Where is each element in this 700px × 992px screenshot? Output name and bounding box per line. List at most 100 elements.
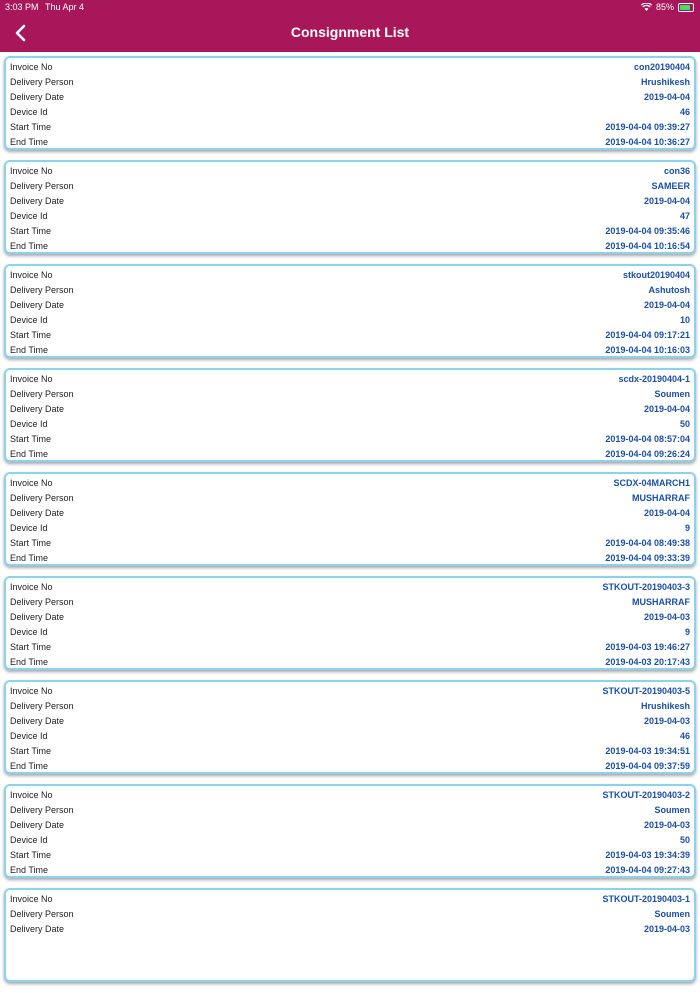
end-value: 2019-04-04 09:26:24 xyxy=(605,449,690,459)
person-label: Delivery Person xyxy=(10,285,74,295)
end-label: End Time xyxy=(10,345,49,355)
start-row: Start Time 2019-04-03 19:34:39 xyxy=(10,848,690,863)
invoice-label: Invoice No xyxy=(10,166,53,176)
invoice-label: Invoice No xyxy=(10,374,53,384)
date-value: 2019-04-04 xyxy=(643,92,690,102)
invoice-label: Invoice No xyxy=(10,478,53,488)
status-indicators: 85% xyxy=(640,2,694,12)
end-row: End Time 2019-04-04 10:16:03 xyxy=(10,343,690,358)
device-row: Device Id 9 xyxy=(10,625,690,640)
person-value: Hrushikesh xyxy=(640,701,690,711)
device-value: 46 xyxy=(679,107,690,117)
start-row: Start Time 2019-04-04 08:49:38 xyxy=(10,536,690,551)
end-value: 2019-04-03 20:17:43 xyxy=(605,657,690,667)
invoice-value: con36 xyxy=(663,166,690,176)
device-value: 50 xyxy=(679,835,690,845)
consignment-card[interactable]: Invoice No STKOUT-20190403-2 Delivery Per… xyxy=(4,784,696,878)
start-value: 2019-04-04 08:57:04 xyxy=(605,434,690,444)
person-row: Delivery Person Hrushikesh xyxy=(10,699,690,714)
person-label: Delivery Person xyxy=(10,77,74,87)
device-value: 50 xyxy=(679,419,690,429)
person-value: Hrushikesh xyxy=(640,77,690,87)
device-label: Device Id xyxy=(10,731,48,741)
consignment-card[interactable]: Invoice No STKOUT-20190403-5 Delivery Per… xyxy=(4,680,696,774)
end-row: End Time 2019-04-04 09:26:24 xyxy=(10,447,690,462)
start-label: Start Time xyxy=(10,226,52,236)
device-label: Device Id xyxy=(10,523,48,533)
device-value: 9 xyxy=(684,627,690,637)
person-value: SAMEER xyxy=(651,181,690,191)
device-value: 47 xyxy=(679,211,690,221)
device-label: Device Id xyxy=(10,835,48,845)
consignment-list[interactable]: Invoice No con20190404 Delivery Person Hru… xyxy=(4,56,696,992)
consignment-card[interactable]: Invoice No con20190404 Delivery Person Hru… xyxy=(4,56,696,150)
person-row: Delivery Person MUSHARRAF xyxy=(10,491,690,506)
consignment-card[interactable]: Invoice No con36 Delivery Person SAMEER De… xyxy=(4,160,696,254)
invoice-row: Invoice No stkout20190404 xyxy=(10,268,690,283)
consignment-card[interactable]: Invoice No STKOUT-20190403-1 Delivery Per… xyxy=(4,888,696,982)
start-value: 2019-04-04 09:35:46 xyxy=(605,226,690,236)
date-label: Delivery Date xyxy=(10,300,65,310)
start-row: Start Time 2019-04-03 19:46:27 xyxy=(10,640,690,655)
device-label: Device Id xyxy=(10,211,48,221)
date-row: Delivery Date 2019-04-03 xyxy=(10,610,690,625)
invoice-value: scdx-20190404-1 xyxy=(618,374,690,384)
battery-percentage: 85% xyxy=(655,2,674,12)
person-row: Delivery Person SAMEER xyxy=(10,179,690,194)
start-label: Start Time xyxy=(10,850,52,860)
invoice-value: STKOUT-20190403-5 xyxy=(602,686,690,696)
consignment-card[interactable]: Invoice No scdx-20190404-1 Delivery Perso… xyxy=(4,368,696,462)
date-row: Delivery Date 2019-04-04 xyxy=(10,194,690,209)
consignment-card[interactable]: Invoice No STKOUT-20190403-3 Delivery Per… xyxy=(4,576,696,670)
person-label: Delivery Person xyxy=(10,909,74,919)
invoice-row: Invoice No STKOUT-20190403-5 xyxy=(10,684,690,699)
wifi-icon xyxy=(640,3,652,11)
date-value: 2019-04-04 xyxy=(643,196,690,206)
date-value: 2019-04-03 xyxy=(643,924,690,934)
date-label: Delivery Date xyxy=(10,508,65,518)
date-value: 2019-04-04 xyxy=(643,300,690,310)
invoice-row: Invoice No STKOUT-20190403-3 xyxy=(10,580,690,595)
end-label: End Time xyxy=(10,449,49,459)
start-value: 2019-04-03 19:34:39 xyxy=(605,850,690,860)
person-value: Soumen xyxy=(654,389,690,399)
device-label: Device Id xyxy=(10,107,48,117)
start-label: Start Time xyxy=(10,434,52,444)
end-value: 2019-04-04 09:37:59 xyxy=(605,761,690,771)
person-label: Delivery Person xyxy=(10,389,74,399)
device-label: Device Id xyxy=(10,315,48,325)
end-value: 2019-04-04 10:36:27 xyxy=(605,137,690,147)
start-value: 2019-04-04 08:49:38 xyxy=(605,538,690,548)
invoice-row: Invoice No SCDX-04MARCH1 xyxy=(10,476,690,491)
end-row: End Time 2019-04-04 09:37:59 xyxy=(10,759,690,774)
consignment-card[interactable]: Invoice No SCDX-04MARCH1 Delivery Person M… xyxy=(4,472,696,566)
date-row: Delivery Date 2019-04-03 xyxy=(10,714,690,729)
device-row: Device Id 10 xyxy=(10,313,690,328)
end-label: End Time xyxy=(10,657,49,667)
date-label: Delivery Date xyxy=(10,92,65,102)
date-label: Delivery Date xyxy=(10,924,65,934)
date-label: Delivery Date xyxy=(10,716,65,726)
date-row: Delivery Date 2019-04-04 xyxy=(10,402,690,417)
status-time: 3:03 PM xyxy=(5,2,39,12)
device-row: Device Id 46 xyxy=(10,729,690,744)
invoice-value: con20190404 xyxy=(633,62,690,72)
start-value: 2019-04-04 09:17:21 xyxy=(605,330,690,340)
person-row: Delivery Person Hrushikesh xyxy=(10,75,690,90)
date-row: Delivery Date 2019-04-03 xyxy=(10,922,690,937)
invoice-label: Invoice No xyxy=(10,62,53,72)
end-row: End Time 2019-04-04 10:16:54 xyxy=(10,239,690,254)
device-value: 46 xyxy=(679,731,690,741)
person-label: Delivery Person xyxy=(10,597,74,607)
consignment-card[interactable]: Invoice No stkout20190404 Delivery Person… xyxy=(4,264,696,358)
start-label: Start Time xyxy=(10,122,52,132)
date-row: Delivery Date 2019-04-04 xyxy=(10,506,690,521)
end-value: 2019-04-04 10:16:03 xyxy=(605,345,690,355)
device-row: Device Id 47 xyxy=(10,209,690,224)
date-row: Delivery Date 2019-04-04 xyxy=(10,298,690,313)
date-value: 2019-04-03 xyxy=(643,820,690,830)
date-label: Delivery Date xyxy=(10,196,65,206)
device-row: Device Id 9 xyxy=(10,521,690,536)
device-value: 9 xyxy=(684,523,690,533)
invoice-label: Invoice No xyxy=(10,686,53,696)
